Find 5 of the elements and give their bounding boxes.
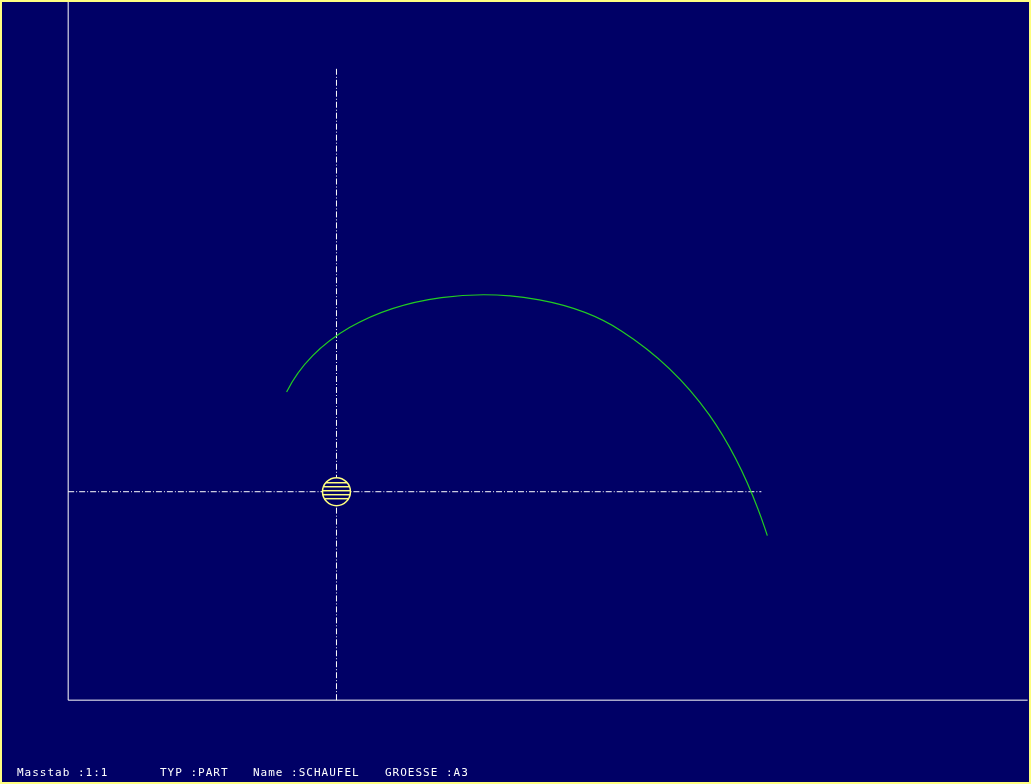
status-text: Masstab :1:1 (17, 765, 110, 779)
status-text: Name :SCHAUFEL (253, 765, 361, 779)
origin-symbol-icon (321, 477, 352, 507)
status-text: GROESSE :A3 (385, 765, 470, 779)
status-text: TYP :PART (160, 765, 230, 779)
